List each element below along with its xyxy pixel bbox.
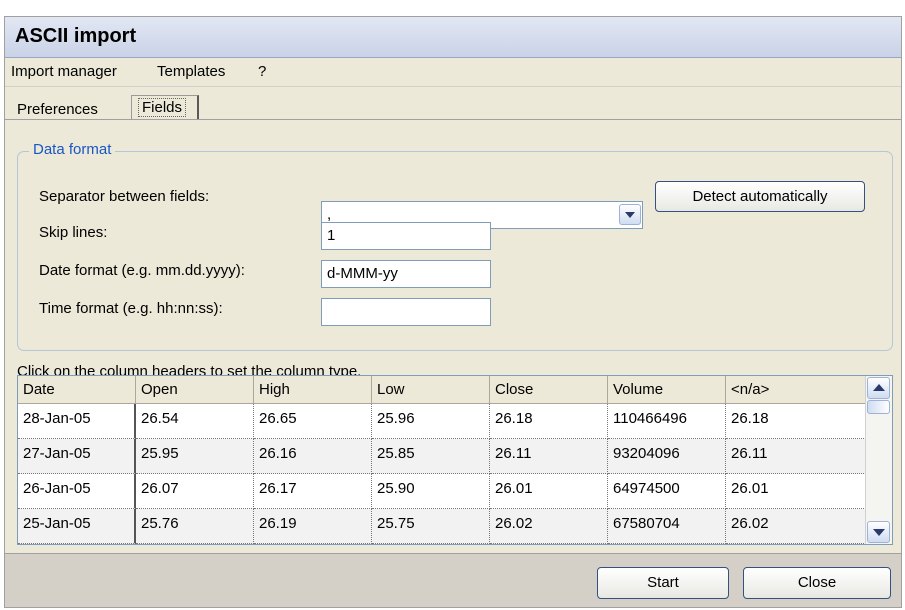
table-cell: 25.76: [136, 509, 254, 544]
table-cell[interactable]: 28-Jan-05: [18, 404, 136, 439]
table-cell: 26.02: [490, 509, 608, 544]
table-cell: 64974500: [608, 474, 726, 509]
table-cell: 26.11: [726, 439, 866, 474]
table-cell: 26.54: [136, 404, 254, 439]
table-cell: 26.01: [726, 474, 866, 509]
table-cell[interactable]: 26-Jan-05: [18, 474, 136, 509]
close-button[interactable]: Close: [743, 567, 891, 599]
table-cell: 25.75: [372, 509, 490, 544]
table-cell: 110466496: [608, 404, 726, 439]
column-header-close[interactable]: Close: [490, 376, 608, 404]
table-cell: 26.16: [254, 439, 372, 474]
title-bar: ASCII import: [5, 17, 901, 58]
table-cell[interactable]: 27-Jan-05: [18, 439, 136, 474]
start-button[interactable]: Start: [597, 567, 729, 599]
data-preview-table: Date Open High Low Close Volume <n/a> 28…: [17, 375, 893, 545]
data-format-title: Data format: [29, 141, 116, 158]
chevron-down-icon[interactable]: [619, 204, 641, 225]
table-cell: 25.85: [372, 439, 490, 474]
table-cell: 26.17: [254, 474, 372, 509]
tab-strip: Preferences Fields: [5, 87, 901, 120]
table-cell: 67580704: [608, 509, 726, 544]
scroll-down-icon[interactable]: [867, 521, 890, 543]
table-cell: 25.96: [372, 404, 490, 439]
table-cell: 25.95: [136, 439, 254, 474]
table-cell: 25.90: [372, 474, 490, 509]
date-format-label: Date format (e.g. mm.dd.yyyy):: [39, 262, 245, 279]
column-header-na[interactable]: <n/a>: [726, 376, 866, 404]
window-title: ASCII import: [15, 25, 137, 47]
vertical-scrollbar[interactable]: [865, 376, 892, 544]
table-cell: 26.02: [726, 509, 866, 544]
menu-templates[interactable]: Templates: [157, 63, 225, 80]
column-header-volume[interactable]: Volume: [608, 376, 726, 404]
menu-help[interactable]: ?: [258, 63, 266, 80]
column-header-low[interactable]: Low: [372, 376, 490, 404]
column-header-high[interactable]: High: [254, 376, 372, 404]
column-header-date[interactable]: Date: [18, 376, 136, 404]
scroll-thumb[interactable]: [867, 400, 890, 414]
table-cell: 26.65: [254, 404, 372, 439]
separator-label: Separator between fields:: [39, 188, 210, 205]
skip-lines-input[interactable]: 1: [321, 222, 491, 250]
table-cell: 26.18: [490, 404, 608, 439]
tab-preferences[interactable]: Preferences: [17, 101, 98, 118]
table-cell[interactable]: 25-Jan-05: [18, 509, 136, 544]
table-cell: 26.18: [726, 404, 866, 439]
tab-fields-label: Fields: [138, 98, 187, 117]
ascii-import-window: ASCII import Import manager Templates ? …: [4, 16, 902, 608]
scroll-up-icon[interactable]: [867, 377, 890, 399]
menu-bar: Import manager Templates ?: [5, 58, 901, 87]
column-header-open[interactable]: Open: [136, 376, 254, 404]
table-cell: 26.01: [490, 474, 608, 509]
time-format-input[interactable]: [321, 298, 491, 326]
tab-fields[interactable]: Fields: [131, 95, 199, 119]
skip-lines-label: Skip lines:: [39, 224, 108, 241]
menu-import-manager[interactable]: Import manager: [11, 63, 117, 80]
table-cell: 26.19: [254, 509, 372, 544]
footer-bar: Start Close: [5, 553, 901, 607]
date-format-input[interactable]: d-MMM-yy: [321, 260, 491, 288]
detect-automatically-button[interactable]: Detect automatically: [655, 181, 865, 212]
time-format-label: Time format (e.g. hh:nn:ss):: [39, 300, 223, 317]
table-cell: 26.07: [136, 474, 254, 509]
table-cell: 26.11: [490, 439, 608, 474]
table-cell: 93204096: [608, 439, 726, 474]
